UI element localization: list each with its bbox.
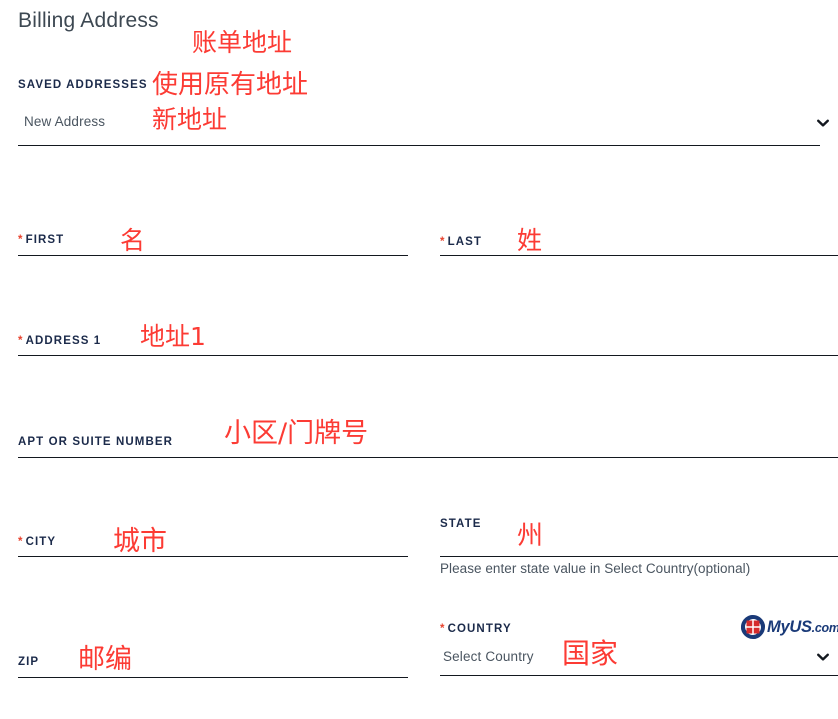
first-name-label-text: FIRST	[26, 234, 65, 246]
state-input[interactable]	[440, 556, 838, 557]
zip-input[interactable]	[18, 677, 408, 678]
page-title: Billing Address	[18, 8, 159, 34]
country-label: *COUNTRY	[440, 622, 512, 636]
saved-addresses-select-value[interactable]: New Address	[24, 113, 105, 131]
state-helper-text: Please enter state value in Select Count…	[440, 560, 750, 578]
annotation-last-name: 姓	[517, 228, 542, 253]
required-asterisk: *	[440, 236, 446, 248]
annotation-zip: 邮编	[78, 646, 132, 673]
last-name-input[interactable]	[440, 255, 838, 256]
saved-addresses-underline	[18, 145, 820, 146]
annotation-page-title: 账单地址	[192, 30, 292, 55]
required-asterisk: *	[440, 623, 446, 635]
annotation-saved-addresses-label: 使用原有地址	[152, 72, 308, 98]
last-name-label-text: LAST	[448, 236, 482, 248]
required-asterisk: *	[18, 536, 24, 548]
myus-pinwheel-icon	[740, 614, 766, 640]
country-select-value[interactable]: Select Country	[443, 648, 534, 666]
annotation-first-name: 名	[120, 228, 145, 253]
annotation-apt-suite: 小区/门牌号	[224, 420, 368, 447]
state-label: STATE	[440, 517, 482, 531]
myus-word-us: US	[789, 618, 811, 636]
chevron-down-icon[interactable]	[816, 650, 830, 664]
city-input[interactable]	[18, 556, 408, 557]
address1-label-text: ADDRESS 1	[26, 335, 102, 347]
first-name-label: *FIRST	[18, 233, 64, 247]
chevron-down-icon[interactable]	[816, 116, 830, 130]
saved-addresses-label: SAVED ADDRESSES	[18, 78, 148, 92]
country-label-text: COUNTRY	[448, 623, 512, 635]
apt-suite-input[interactable]	[18, 457, 838, 458]
city-label-text: CITY	[26, 536, 57, 548]
address1-input[interactable]	[18, 355, 838, 356]
myus-word-my: My	[767, 618, 789, 636]
annotation-country: 国家	[562, 640, 618, 668]
required-asterisk: *	[18, 335, 24, 347]
address1-label: *ADDRESS 1	[18, 334, 101, 348]
last-name-label: *LAST	[440, 235, 482, 249]
myus-word-dotcom: .com	[812, 621, 838, 635]
annotation-address1: 地址1	[140, 324, 206, 349]
city-label: *CITY	[18, 535, 56, 549]
country-select-underline	[440, 675, 838, 676]
zip-label: ZIP	[18, 655, 39, 669]
myus-logo: MyUS.com	[740, 613, 834, 641]
billing-address-page: Billing Address 账单地址 SAVED ADDRESSES 使用原…	[0, 0, 838, 719]
myus-wordmark: MyUS.com	[767, 617, 838, 638]
annotation-saved-addresses-value: 新地址	[152, 107, 227, 132]
required-asterisk: *	[18, 234, 24, 246]
annotation-state: 州	[517, 523, 543, 549]
annotation-city: 城市	[113, 528, 167, 555]
first-name-input[interactable]	[18, 255, 408, 256]
apt-suite-label: APT OR SUITE NUMBER	[18, 435, 173, 449]
